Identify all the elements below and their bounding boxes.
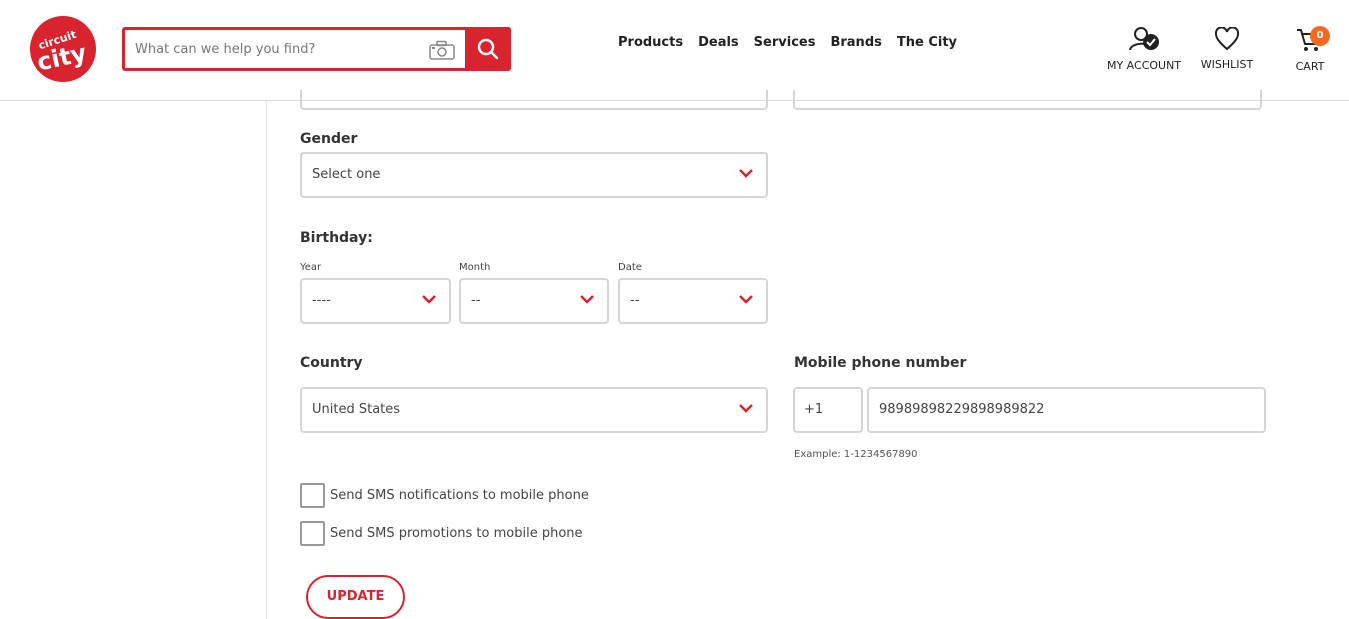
update-button[interactable]: UPDATE [306, 575, 405, 619]
gender-value: Select one [312, 167, 381, 182]
nav-brands[interactable]: Brands [830, 35, 881, 50]
sms-promotions-label[interactable]: Send SMS promotions to mobile phone [330, 526, 583, 541]
mobile-phone-label: Mobile phone number [794, 355, 967, 371]
year-select[interactable]: ---- [300, 278, 451, 324]
date-select[interactable]: -- [618, 278, 768, 324]
last-name-field-partial[interactable] [793, 90, 1262, 110]
user-check-icon [1129, 27, 1159, 51]
wishlist-label: WISHLIST [1200, 58, 1254, 71]
country-value: United States [312, 402, 401, 417]
wishlist-link[interactable]: WISHLIST [1196, 26, 1258, 71]
chevron-down-icon [422, 295, 436, 304]
sms-notifications-checkbox[interactable] [300, 483, 325, 508]
phone-example-hint: Example: 1-1234567890 [794, 449, 918, 460]
heart-icon [1214, 26, 1240, 51]
chevron-down-icon [580, 295, 594, 304]
nav-services[interactable]: Services [754, 35, 816, 50]
main-nav: Products Deals Services Brands The City [618, 35, 957, 50]
my-account-label: MY ACCOUNT [1106, 59, 1182, 72]
country-label: Country [300, 355, 363, 371]
sidebar-divider [266, 101, 267, 619]
my-account-link[interactable]: MY ACCOUNT [1102, 26, 1186, 72]
mobile-number-value: 98989898229898989822 [879, 402, 1045, 417]
camera-icon[interactable] [429, 40, 455, 60]
gender-label: Gender [300, 131, 358, 147]
year-value: ---- [312, 293, 331, 308]
search-icon [477, 38, 499, 60]
month-value: -- [471, 293, 481, 308]
sms-promotions-row: Send SMS promotions to mobile phone [300, 521, 583, 546]
cart-link[interactable]: 0 CART [1286, 26, 1334, 73]
month-select[interactable]: -- [459, 278, 609, 324]
country-code-field[interactable]: +1 [793, 387, 863, 433]
search-bar [122, 27, 511, 71]
search-button[interactable] [465, 27, 511, 71]
month-label: Month [459, 262, 491, 273]
nav-deals[interactable]: Deals [698, 35, 739, 50]
first-name-field-partial[interactable] [300, 90, 768, 110]
cart-count-badge: 0 [1310, 26, 1330, 46]
chevron-down-icon [739, 404, 753, 413]
mobile-number-field[interactable]: 98989898229898989822 [867, 387, 1266, 433]
nav-the-city[interactable]: The City [897, 35, 957, 50]
country-code-value: +1 [804, 402, 824, 417]
circuit-city-logo[interactable]: circuit city [30, 16, 96, 82]
chevron-down-icon [739, 295, 753, 304]
search-input[interactable] [125, 30, 465, 68]
sms-promotions-checkbox[interactable] [300, 521, 325, 546]
date-label: Date [618, 262, 642, 273]
sms-notifications-label[interactable]: Send SMS notifications to mobile phone [330, 488, 589, 503]
cart-label: CART [1295, 60, 1325, 73]
site-header: circuit city Products Deals Services Bra… [0, 0, 1349, 101]
country-select[interactable]: United States [300, 387, 768, 433]
date-value: -- [630, 293, 640, 308]
birthday-label: Birthday: [300, 230, 373, 246]
nav-products[interactable]: Products [618, 35, 683, 50]
chevron-down-icon [739, 169, 753, 178]
gender-select[interactable]: Select one [300, 152, 768, 198]
year-label: Year [300, 262, 322, 273]
sms-notifications-row: Send SMS notifications to mobile phone [300, 483, 589, 508]
